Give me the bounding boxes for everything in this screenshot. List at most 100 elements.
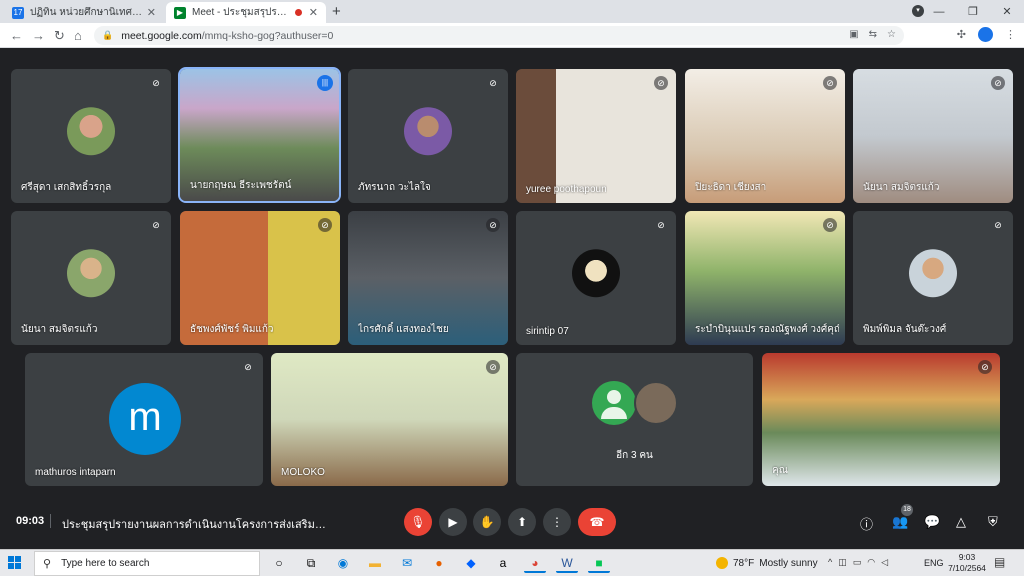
edge-icon[interactable]: ◉ (332, 553, 354, 573)
mic-toggle-button[interactable]: 🎙 (404, 508, 432, 536)
url-field[interactable]: 🔒 meet.google.com/mmq-ksho-gog?authuser=… (94, 26, 904, 45)
participant-tile[interactable]: ⊘ ปิยะธิดา เชียงสา (685, 69, 845, 203)
search-placeholder: Type here to search (61, 558, 150, 569)
participant-tile[interactable]: ⊘ ธัชพงศ์พัชร์ พิมแก้ว (180, 211, 340, 345)
present-screen-button[interactable]: ⬆ (508, 508, 536, 536)
restore-icon[interactable]: ❐ (956, 5, 990, 18)
bookmark-star-icon[interactable]: ☆ (887, 29, 896, 40)
self-view-tile[interactable]: ⊘ คุณ (762, 353, 1000, 486)
meeting-title: ประชุมสรุปรายงานผลการดำเนินงานโครงการส่ง… (62, 519, 332, 531)
network-icon[interactable]: ◫ (838, 557, 847, 568)
people-icon[interactable]: 👥 (892, 514, 908, 530)
others-tile[interactable]: อีก 3 คน (516, 353, 753, 486)
self-video (762, 353, 1000, 486)
reload-icon[interactable]: ↻ (54, 28, 65, 44)
close-icon[interactable]: ✕ (309, 6, 318, 19)
taskbar-time: 9:03 (958, 552, 976, 562)
participant-name: yuree poothapoun (526, 184, 607, 195)
wifi-icon[interactable]: ◠ (867, 557, 875, 568)
participant-name: ภัทรนาถ วะไลใจ (358, 182, 431, 193)
taskbar-clock[interactable]: 9:03 7/10/2564 (948, 552, 986, 574)
participant-tile[interactable]: ⊘ ภัทรนาถ วะไลใจ (348, 69, 508, 203)
participant-tile[interactable]: ⊘ ไกรศักดิ์ แสงทองไชย (348, 211, 508, 345)
taskbar-apps: ○ ⧉ ◉ ▬ ✉ ● ◆ a ◕ W ■ (268, 553, 610, 573)
dropbox-icon[interactable]: ◆ (460, 553, 482, 573)
mic-off-icon: ⊘ (152, 220, 160, 230)
participant-tile[interactable]: ⊘ ระบำบินุนแปร รองณัฐพงศ์ วงศ์คุณิ... (685, 211, 845, 345)
browser-menu-icon[interactable]: ⋮ (1005, 28, 1016, 41)
address-bar: ← → ↻ ⌂ 🔒 meet.google.com/mmq-ksho-gog?a… (0, 23, 1024, 48)
file-explorer-icon[interactable]: ▬ (364, 553, 386, 573)
url-host: meet.google.com (121, 29, 202, 42)
host-controls-icon[interactable]: ⛨ (988, 514, 998, 530)
translate-icon[interactable]: ⇆ (869, 29, 877, 40)
mic-off-icon: ⊘ (486, 218, 500, 232)
taskbar-date: 7/10/2564 (948, 563, 986, 573)
tab-meet[interactable]: ▶ Meet - ประชุมสรุปรายงานผลการดำ ✕ (166, 2, 326, 23)
firefox-icon[interactable]: ● (428, 553, 450, 573)
mail-icon[interactable]: ✉ (396, 553, 418, 573)
activities-icon[interactable]: △ (956, 514, 966, 530)
notification-icon[interactable]: ▤ (994, 555, 1005, 569)
forward-arrow-icon[interactable]: → (32, 28, 45, 43)
search-icon: ⚲ (43, 558, 52, 570)
meeting-info-icon[interactable]: ⓘ (860, 514, 873, 533)
participant-tile[interactable]: ⊘ sirintip 07 (516, 211, 676, 345)
cortana-icon[interactable]: ○ (268, 553, 290, 573)
participant-tile[interactable]: ⊘ ศรีสุดา เสกสิทธิ์วรกุล (11, 69, 171, 203)
participant-tile[interactable]: ⊘ นัยนา สมจิตรแก้ว (11, 211, 171, 345)
participant-name: MOLOKO (281, 467, 325, 478)
participant-name: นัยนา สมจิตรแก้ว (21, 324, 98, 335)
chat-icon[interactable]: 💬 (924, 514, 940, 530)
back-arrow-icon[interactable]: ← (10, 28, 23, 43)
line-icon[interactable]: ■ (588, 553, 610, 573)
weather-text: Mostly sunny (759, 557, 818, 569)
omnibox-actions: ▣ ⇆ ☆ (849, 29, 896, 40)
close-window-icon[interactable]: ✕ (990, 5, 1024, 18)
chrome-icon[interactable]: ◕ (524, 553, 546, 573)
profile-avatar[interactable] (978, 27, 993, 42)
mic-off-icon: ⊘ (489, 78, 497, 88)
participant-count-badge: 18 (901, 504, 913, 516)
taskbar-search-input[interactable]: ⚲ Type here to search (34, 551, 260, 576)
chevron-up-icon[interactable]: ^ (828, 557, 832, 568)
participant-tile[interactable]: ⊘ MOLOKO (271, 353, 508, 486)
participant-tile[interactable]: ⊘ yuree poothapoun (516, 69, 676, 203)
participant-tile[interactable]: m ⊘ mathuros intaparn (25, 353, 263, 486)
windows-start-icon[interactable] (8, 556, 22, 570)
participant-name: พิมพ์พิมล จันต๊ะวงศ์ (863, 324, 947, 335)
camera-permission-icon[interactable]: ▣ (849, 29, 858, 40)
participant-tile[interactable]: ⊘ พิมพ์พิมล จันต๊ะวงศ์ (853, 211, 1013, 345)
new-tab-button[interactable]: + (332, 3, 341, 20)
tab-calendar[interactable]: 17 ปฏิทิน หน่วยศึกษานิเทศก์ สพฐ. - วันศ … (4, 2, 164, 23)
language-indicator[interactable]: ENG (924, 558, 944, 568)
minimize-icon[interactable]: — (922, 6, 956, 18)
close-icon[interactable]: ✕ (147, 6, 156, 19)
extensions-puzzle-icon[interactable]: ✣ (957, 28, 966, 41)
amazon-icon[interactable]: a (492, 553, 514, 573)
raise-hand-button[interactable]: ✋ (473, 508, 501, 536)
participant-name: นัยนา สมจิตรแก้ว (863, 182, 940, 193)
meet-control-bar: 09:03 ประชุมสรุปรายงานผลการดำเนินงานโครง… (0, 500, 1024, 544)
participant-tile[interactable]: ⊘ นัยนา สมจิตรแก้ว (853, 69, 1013, 203)
battery-icon[interactable]: ▭ (853, 557, 862, 568)
tab-title: Meet - ประชุมสรุปรายงานผลการดำ (192, 7, 291, 18)
mic-off-icon: ⊘ (657, 220, 665, 230)
system-tray: ^ ◫ ▭ ◠ ◁ (828, 557, 888, 568)
participant-name: นายกฤษณ ธีระเพชรัตน์ (190, 180, 292, 191)
mic-off-icon: ⊘ (244, 362, 252, 372)
weather-widget[interactable]: 78°F Mostly sunny (716, 557, 818, 569)
task-view-icon[interactable]: ⧉ (300, 553, 322, 573)
home-icon[interactable]: ⌂ (74, 28, 82, 43)
participant-tile-speaking[interactable]: ||| นายกฤษณ ธีระเพชรัตน์ (178, 67, 341, 203)
more-options-button[interactable]: ⋮ (543, 508, 571, 536)
letter-avatar: m (109, 383, 181, 455)
participant-video (516, 69, 676, 203)
participant-avatar (404, 107, 452, 156)
word-icon[interactable]: W (556, 553, 578, 573)
recording-indicator-icon (294, 9, 302, 16)
camera-toggle-button[interactable]: ▶ (439, 508, 467, 536)
leave-call-button[interactable]: ☎ (578, 508, 616, 536)
mic-off-icon: ⊘ (823, 76, 837, 90)
volume-icon[interactable]: ◁ (881, 557, 888, 568)
